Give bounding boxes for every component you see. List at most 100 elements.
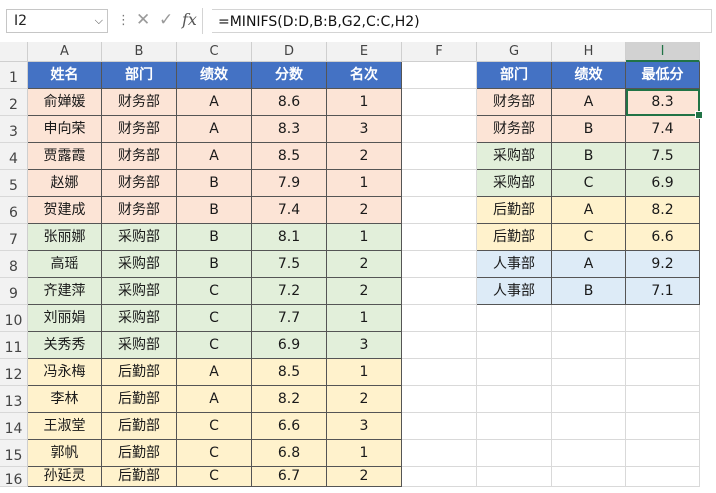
main-table-cell[interactable]: 3 — [327, 116, 402, 143]
main-table-cell[interactable]: 高瑶 — [28, 251, 102, 278]
empty-cell[interactable] — [402, 467, 477, 487]
empty-cell[interactable] — [402, 332, 477, 359]
main-table-cell[interactable]: 7.7 — [252, 305, 327, 332]
main-table-cell[interactable]: C — [177, 467, 252, 487]
main-table-cell[interactable]: 1 — [327, 359, 402, 386]
confirm-icon[interactable]: ✓ — [159, 10, 173, 30]
summary-table-cell[interactable]: B — [552, 278, 626, 305]
main-table-cell[interactable]: C — [177, 413, 252, 440]
formula-input[interactable]: =MINIFS(D:D,B:B,G2,C:C,H2) — [212, 9, 712, 33]
row-header-16[interactable]: 16 — [0, 467, 28, 488]
main-table-cell[interactable]: 6.7 — [252, 467, 327, 487]
empty-cell[interactable] — [626, 305, 700, 332]
empty-cell[interactable] — [552, 305, 626, 332]
column-header-b[interactable]: B — [102, 42, 177, 62]
row-header-2[interactable]: 2 — [0, 89, 28, 116]
empty-cell[interactable] — [477, 467, 552, 487]
main-table-cell[interactable]: A — [177, 143, 252, 170]
main-table-cell[interactable]: 3 — [327, 332, 402, 359]
summary-table-cell[interactable]: 财务部 — [477, 116, 552, 143]
main-table-cell[interactable]: 6.9 — [252, 332, 327, 359]
row-header-14[interactable]: 14 — [0, 413, 28, 440]
column-header-c[interactable]: C — [177, 42, 252, 62]
empty-cell[interactable] — [477, 413, 552, 440]
summary-table-cell[interactable]: 人事部 — [477, 278, 552, 305]
summary-table-cell[interactable]: B — [552, 143, 626, 170]
main-table-cell[interactable]: 6.6 — [252, 413, 327, 440]
empty-cell[interactable] — [402, 116, 477, 143]
summary-table-cell[interactable]: 人事部 — [477, 251, 552, 278]
main-table-cell[interactable]: 后勤部 — [102, 386, 177, 413]
main-table-cell[interactable]: 采购部 — [102, 332, 177, 359]
main-table-cell[interactable]: 俞婵媛 — [28, 89, 102, 116]
main-table-cell[interactable]: 1 — [327, 224, 402, 251]
main-table-cell[interactable]: A — [177, 359, 252, 386]
main-table-cell[interactable]: 2 — [327, 386, 402, 413]
fx-icon[interactable]: fx — [182, 10, 197, 29]
main-table-cell[interactable]: A — [177, 89, 252, 116]
column-header-h[interactable]: H — [552, 42, 626, 62]
main-table-cell[interactable]: 2 — [327, 251, 402, 278]
empty-cell[interactable] — [552, 332, 626, 359]
empty-cell[interactable] — [477, 332, 552, 359]
row-header-3[interactable]: 3 — [0, 116, 28, 143]
main-table-cell[interactable]: 8.5 — [252, 359, 327, 386]
main-table-cell[interactable]: 7.4 — [252, 197, 327, 224]
row-header-9[interactable]: 9 — [0, 278, 28, 305]
main-table-cell[interactable]: 后勤部 — [102, 467, 177, 487]
column-header-d[interactable]: D — [252, 42, 327, 62]
main-table-cell[interactable]: 1 — [327, 89, 402, 116]
main-table-cell[interactable]: 财务部 — [102, 197, 177, 224]
main-table-cell[interactable]: 财务部 — [102, 116, 177, 143]
main-table-cell[interactable]: C — [177, 305, 252, 332]
summary-table-cell[interactable]: 后勤部 — [477, 197, 552, 224]
empty-cell[interactable] — [402, 359, 477, 386]
row-header-15[interactable]: 15 — [0, 440, 28, 467]
row-header-5[interactable]: 5 — [0, 170, 28, 197]
main-table-header[interactable]: 姓名 — [28, 62, 102, 89]
summary-table-header[interactable]: 部门 — [477, 62, 552, 89]
main-table-cell[interactable]: 齐建萍 — [28, 278, 102, 305]
main-table-cell[interactable]: 财务部 — [102, 89, 177, 116]
main-table-cell[interactable]: C — [177, 332, 252, 359]
main-table-cell[interactable]: 1 — [327, 170, 402, 197]
main-table-cell[interactable]: 采购部 — [102, 278, 177, 305]
main-table-cell[interactable]: 8.5 — [252, 143, 327, 170]
summary-table-header[interactable]: 绩效 — [552, 62, 626, 89]
column-header-e[interactable]: E — [327, 42, 402, 62]
main-table-cell[interactable]: 8.6 — [252, 89, 327, 116]
empty-cell[interactable] — [552, 413, 626, 440]
active-cell-i2[interactable]: 8.3 — [626, 89, 700, 116]
main-table-cell[interactable]: 贾露霞 — [28, 143, 102, 170]
empty-cell[interactable] — [477, 386, 552, 413]
empty-cell[interactable] — [626, 467, 700, 487]
summary-table-cell[interactable]: 7.5 — [626, 143, 700, 170]
main-table-cell[interactable]: 1 — [327, 305, 402, 332]
main-table-cell[interactable]: 李林 — [28, 386, 102, 413]
row-header-13[interactable]: 13 — [0, 386, 28, 413]
summary-table-header[interactable]: 最低分 — [626, 62, 700, 89]
main-table-cell[interactable]: 2 — [327, 278, 402, 305]
main-table-cell[interactable]: C — [177, 440, 252, 467]
summary-table-cell[interactable]: C — [552, 224, 626, 251]
name-box[interactable]: I2 ⌵ — [6, 9, 108, 33]
empty-cell[interactable] — [402, 386, 477, 413]
main-table-cell[interactable]: 财务部 — [102, 143, 177, 170]
empty-cell[interactable] — [626, 413, 700, 440]
main-table-cell[interactable]: 8.3 — [252, 116, 327, 143]
empty-cell[interactable] — [402, 170, 477, 197]
column-header-g[interactable]: G — [477, 42, 552, 62]
main-table-cell[interactable]: 后勤部 — [102, 440, 177, 467]
summary-table-cell[interactable]: 7.4 — [626, 116, 700, 143]
summary-table-cell[interactable]: 8.2 — [626, 197, 700, 224]
main-table-header[interactable]: 部门 — [102, 62, 177, 89]
main-table-cell[interactable]: B — [177, 170, 252, 197]
column-header-i[interactable]: I — [626, 42, 700, 62]
main-table-cell[interactable]: 采购部 — [102, 305, 177, 332]
main-table-cell[interactable]: 刘丽娟 — [28, 305, 102, 332]
select-all-corner[interactable] — [0, 42, 28, 62]
main-table-cell[interactable]: 孙延灵 — [28, 467, 102, 487]
main-table-cell[interactable]: 采购部 — [102, 224, 177, 251]
empty-cell[interactable] — [402, 440, 477, 467]
summary-table-cell[interactable]: C — [552, 170, 626, 197]
